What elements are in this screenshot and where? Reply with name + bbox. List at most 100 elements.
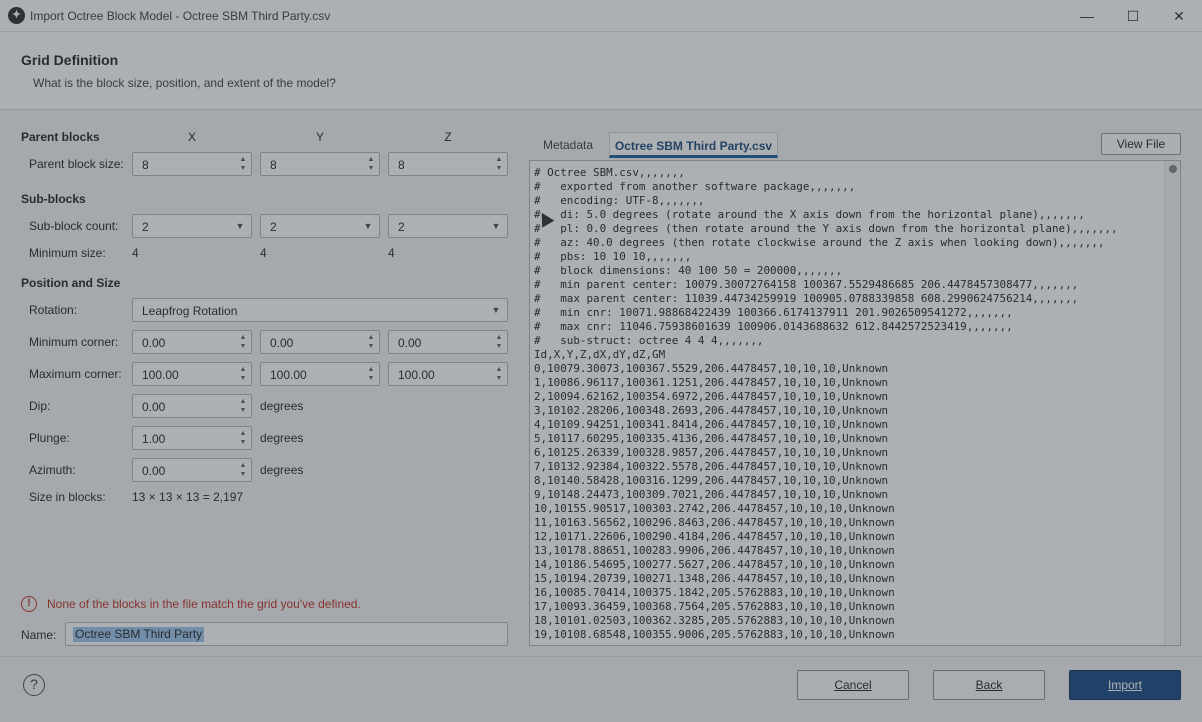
vertical-scrollbar[interactable] xyxy=(1164,161,1180,645)
spinner-arrows-icon[interactable]: ▲ ▼ xyxy=(239,365,247,383)
min-corner-x-input[interactable]: 0.00 ▲ ▼ xyxy=(132,330,252,354)
sub-block-count-label: Sub-block count: xyxy=(29,219,119,233)
spinner-arrows-icon[interactable]: ▲ ▼ xyxy=(495,333,503,351)
file-line: 11,10163.56562,100296.8463,206.4478457,1… xyxy=(534,516,895,529)
scrollbar-thumb[interactable] xyxy=(1169,165,1177,173)
file-line: 2,10094.62162,100354.6972,206.4478457,10… xyxy=(534,390,889,403)
file-line: 14,10186.54695,100277.5627,206.4478457,1… xyxy=(534,558,895,571)
back-button-label: Back xyxy=(975,678,1003,692)
dip-input[interactable]: 0.00 ▲ ▼ xyxy=(132,394,252,418)
spinner-arrows-icon[interactable]: ▲ ▼ xyxy=(495,365,503,383)
minimum-size-y: 4 xyxy=(260,246,267,260)
file-line: 13,10178.88651,100283.9906,206.4478457,1… xyxy=(534,544,895,557)
azimuth-input[interactable]: 0.00 ▲ ▼ xyxy=(132,458,252,482)
file-line: # max cnr: 11046.75938601639 100906.0143… xyxy=(534,320,1013,333)
grid-mismatch-warning: None of the blocks in the file match the… xyxy=(47,597,361,611)
spinner-arrows-icon[interactable]: ▲ ▼ xyxy=(495,155,503,173)
file-line: Id,X,Y,Z,dX,dY,dZ,GM xyxy=(534,348,666,361)
sub-block-count-x-select[interactable]: 2 ▼ xyxy=(132,214,252,238)
maximize-icon[interactable]: ☐ xyxy=(1110,0,1156,32)
spinner-arrows-icon[interactable]: ▲ ▼ xyxy=(239,333,247,351)
spinner-arrows-icon[interactable]: ▲ ▼ xyxy=(367,365,375,383)
parent-size-y-input[interactable]: 8 ▲ ▼ xyxy=(260,152,380,176)
file-line: # block dimensions: 40 100 50 = 200000,,… xyxy=(534,264,843,277)
spinner-arrows-icon[interactable]: ▲ ▼ xyxy=(239,155,247,173)
plunge-input[interactable]: 1.00 ▲ ▼ xyxy=(132,426,252,450)
sub-block-count-z-select[interactable]: 2 ▼ xyxy=(388,214,508,238)
footer-divider xyxy=(0,656,1202,657)
import-button[interactable]: Import xyxy=(1069,670,1181,700)
sub-blocks-heading: Sub-blocks xyxy=(21,192,86,206)
file-line: 15,10194.20739,100271.1348,206.4478457,1… xyxy=(534,572,895,585)
title-bar: ✦ Import Octree Block Model - Octree SBM… xyxy=(0,0,1202,32)
max-corner-x-value: 100.00 xyxy=(142,368,179,382)
page-subtitle: What is the block size, position, and ex… xyxy=(33,76,336,90)
parent-size-x-value: 8 xyxy=(142,158,149,172)
file-line: 16,10085.70414,100375.1842,205.5762883,1… xyxy=(534,586,895,599)
file-line: # min cnr: 10071.98868422439 100366.6174… xyxy=(534,306,1013,319)
min-corner-y-value: 0.00 xyxy=(270,336,294,350)
azimuth-unit: degrees xyxy=(260,463,304,477)
view-file-button[interactable]: View File xyxy=(1101,133,1181,155)
name-input[interactable]: Octree SBM Third Party xyxy=(65,622,508,646)
size-in-blocks-label: Size in blocks: xyxy=(29,490,106,504)
minimum-corner-label: Minimum corner: xyxy=(29,335,119,349)
file-line: # pl: 0.0 degrees (then rotate around th… xyxy=(534,222,1118,235)
spinner-arrows-icon[interactable]: ▲ ▼ xyxy=(239,461,247,479)
file-line: 3,10102.28206,100348.2693,206.4478457,10… xyxy=(534,404,889,417)
file-line: 9,10148.24473,100309.7021,206.4478457,10… xyxy=(534,488,889,501)
tab-metadata[interactable]: Metadata xyxy=(533,132,603,158)
min-corner-y-input[interactable]: 0.00 ▲ ▼ xyxy=(260,330,380,354)
minimum-size-x: 4 xyxy=(132,246,139,260)
parent-size-x-input[interactable]: 8 ▲ ▼ xyxy=(132,152,252,176)
file-preview-panel[interactable]: # Octree SBM.csv,,,,,,, # exported from a… xyxy=(529,160,1181,646)
column-x-header: X xyxy=(187,130,196,144)
spinner-arrows-icon[interactable]: ▲ ▼ xyxy=(239,397,247,415)
file-line: # sub-struct: octree 4 4 4,,,,,,, xyxy=(534,334,764,347)
parent-blocks-heading: Parent blocks xyxy=(21,130,100,144)
import-dialog: ✦ Import Octree Block Model - Octree SBM… xyxy=(0,0,1202,722)
chevron-down-icon: ▼ xyxy=(491,221,501,231)
min-corner-z-input[interactable]: 0.00 ▲ ▼ xyxy=(388,330,508,354)
size-in-blocks-value: 13 × 13 × 13 = 2,197 xyxy=(132,490,244,504)
back-button[interactable]: Back xyxy=(933,670,1045,700)
close-icon[interactable]: ✕ xyxy=(1156,0,1202,32)
spinner-arrows-icon[interactable]: ▲ ▼ xyxy=(367,333,375,351)
file-line: 8,10140.58428,100316.1299,206.4478457,10… xyxy=(534,474,889,487)
rotation-label: Rotation: xyxy=(29,303,78,317)
parent-size-y-value: 8 xyxy=(270,158,277,172)
file-line: # di: 5.0 degrees (rotate around the X a… xyxy=(534,208,1085,221)
azimuth-value: 0.00 xyxy=(142,464,166,478)
page-title: Grid Definition xyxy=(21,52,119,68)
max-corner-z-input[interactable]: 100.00 ▲ ▼ xyxy=(388,362,508,386)
rotation-select[interactable]: Leapfrog Rotation ▼ xyxy=(132,298,508,322)
error-circle-icon: ! xyxy=(21,596,37,612)
azimuth-label: Azimuth: xyxy=(29,463,76,477)
min-corner-z-value: 0.00 xyxy=(398,336,422,350)
tab-file-preview[interactable]: Octree SBM Third Party.csv xyxy=(609,132,778,158)
file-line: # max parent center: 11039.44734259919 1… xyxy=(534,292,1079,305)
max-corner-y-input[interactable]: 100.00 ▲ ▼ xyxy=(260,362,380,386)
file-line: 5,10117.60295,100335.4136,206.4478457,10… xyxy=(534,432,889,445)
cancel-button[interactable]: Cancel xyxy=(797,670,909,700)
minimize-icon[interactable]: — xyxy=(1064,0,1110,32)
file-line: 19,10108.68548,100355.9006,205.5762883,1… xyxy=(534,628,895,641)
sub-count-z-value: 2 xyxy=(398,220,405,234)
chevron-down-icon: ▼ xyxy=(235,221,245,231)
sub-count-x-value: 2 xyxy=(142,220,149,234)
sub-block-count-y-select[interactable]: 2 ▼ xyxy=(260,214,380,238)
parent-size-z-input[interactable]: 8 ▲ ▼ xyxy=(388,152,508,176)
column-y-header: Y xyxy=(315,130,324,144)
window-title: Import Octree Block Model - Octree SBM T… xyxy=(30,9,331,23)
spinner-arrows-icon[interactable]: ▲ ▼ xyxy=(367,155,375,173)
spinner-arrows-icon[interactable]: ▲ ▼ xyxy=(239,429,247,447)
position-size-heading: Position and Size xyxy=(21,276,121,290)
sub-count-y-value: 2 xyxy=(270,220,277,234)
max-corner-x-input[interactable]: 100.00 ▲ ▼ xyxy=(132,362,252,386)
dip-value: 0.00 xyxy=(142,400,166,414)
help-icon[interactable]: ? xyxy=(23,674,45,696)
parent-block-size-label: Parent block size: xyxy=(29,157,124,171)
plunge-value: 1.00 xyxy=(142,432,166,446)
minimum-size-z: 4 xyxy=(388,246,395,260)
file-line: 6,10125.26339,100328.9857,206.4478457,10… xyxy=(534,446,889,459)
